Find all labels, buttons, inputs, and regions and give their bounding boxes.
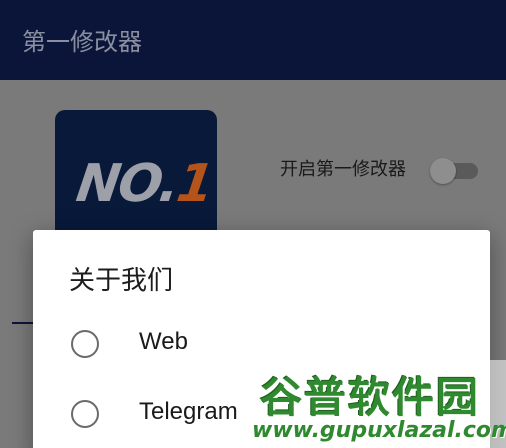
logo-text-accent: 1	[173, 154, 216, 214]
modifier-toggle-label: 开启第一修改器	[280, 159, 406, 180]
watermark-url: www.gupuxlazal.com	[252, 418, 506, 443]
option-web-label: Web	[139, 328, 188, 355]
dialog-title: 关于我们	[69, 266, 174, 296]
app-bar: 第一修改器	[0, 0, 506, 80]
app-title: 第一修改器	[22, 28, 142, 56]
logo-text: NO.1	[73, 154, 216, 214]
radio-web[interactable]	[71, 330, 99, 358]
modifier-switch-thumb[interactable]	[430, 158, 456, 184]
option-telegram-label: Telegram	[139, 398, 238, 425]
watermark-brand: 谷普软件园	[260, 373, 481, 422]
watermark: 谷普软件园 www.gupuxlazal.com	[252, 360, 506, 448]
tab-indicator	[12, 322, 34, 324]
radio-telegram[interactable]	[71, 400, 99, 428]
modifier-toggle-row[interactable]: 开启第一修改器	[280, 158, 480, 186]
logo-text-main: NO.	[72, 154, 182, 214]
